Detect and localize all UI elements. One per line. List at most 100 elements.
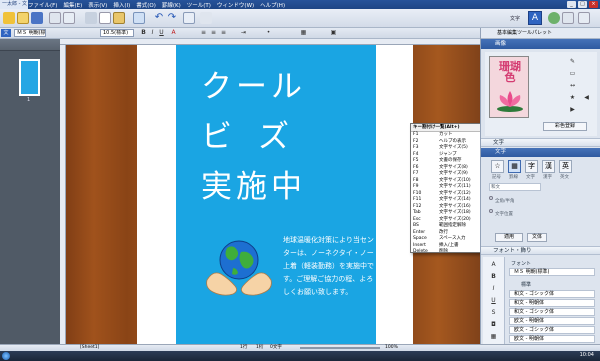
font-section-header[interactable]: フォント・飾り xyxy=(481,246,600,255)
english-tool-icon[interactable]: 英 xyxy=(559,160,572,173)
font-tool-icon-7[interactable]: ▦ xyxy=(490,333,497,340)
crop-icon[interactable]: ▭ xyxy=(569,70,576,77)
table-icon[interactable]: ▦ xyxy=(300,29,307,36)
font-select[interactable]: ＭＳ 明朝(標準) xyxy=(14,29,46,37)
page-thumbnail-number: 1 xyxy=(27,97,31,103)
popup-list-item[interactable]: Delete 削除 xyxy=(411,249,489,253)
menu-edit[interactable]: 編集(E) xyxy=(63,1,82,9)
flip-icon[interactable]: ↔ xyxy=(569,82,576,89)
char-tool-icon[interactable]: 字 xyxy=(525,160,538,173)
color-register-button[interactable]: 彩色登録 xyxy=(543,122,587,131)
headline-line-3: 実施中 xyxy=(201,169,306,205)
close-button[interactable]: × xyxy=(589,1,598,8)
popup-key: Delete xyxy=(413,249,428,253)
print-icon[interactable] xyxy=(49,12,61,24)
earth-hands-icon xyxy=(206,240,272,296)
font-row-4[interactable]: 欧文 - 明朝体 xyxy=(509,317,595,325)
redo-icon[interactable]: ↷ xyxy=(166,12,178,24)
radio-option-3[interactable] xyxy=(489,209,493,213)
new-document-icon[interactable] xyxy=(3,12,15,24)
standard-label: 標準 xyxy=(521,282,532,288)
zoom-icon[interactable] xyxy=(200,12,212,24)
settings-icon[interactable] xyxy=(562,12,574,24)
minimize-button[interactable]: _ xyxy=(567,1,576,8)
open-folder-icon[interactable] xyxy=(17,12,29,24)
start-button-icon[interactable] xyxy=(2,352,10,360)
symbol-tool-icon[interactable]: ☆ xyxy=(491,160,504,173)
char-tab[interactable]: 文字 xyxy=(481,148,600,157)
menu-help[interactable]: ヘルプ(H) xyxy=(260,1,285,9)
format-toolbar: 文 ＭＳ 明朝(標準) 10.5(標準) B I U A ≡ ≡ ≡ ⇥ • ▦… xyxy=(0,28,480,39)
poster[interactable]: クール ビズ 実施中 地球温暖化対策により当センターは、ノーネクタイ・ノー上着（… xyxy=(176,45,376,344)
font-tool-icon-3[interactable]: I xyxy=(490,285,497,292)
font-tool-icon-1[interactable]: A xyxy=(490,261,497,268)
paste-icon[interactable] xyxy=(113,12,125,24)
kanji-tool-icon[interactable]: 漢 xyxy=(542,160,555,173)
menu-bar: ファイル(F) 編集(E) 表示(V) 挿入(I) 書式(O) 罫線(K) ツー… xyxy=(28,0,285,9)
char-option-3: 文字位置 xyxy=(495,212,513,217)
font-row-2[interactable]: 和文 - 明朝体 xyxy=(509,299,595,307)
font-name-field[interactable]: ＭＳ 明朝(標準) xyxy=(509,268,595,276)
ruled-line-tool-icon[interactable]: ▦ xyxy=(508,160,521,173)
menu-file[interactable]: ファイル(F) xyxy=(28,1,57,9)
thumbnail-panel-header xyxy=(0,39,60,51)
image-section-header[interactable]: 画像 xyxy=(481,39,600,49)
radio-option-2[interactable] xyxy=(489,196,493,200)
popup-desc: 削除 xyxy=(439,249,448,253)
zoom-slider[interactable] xyxy=(300,347,380,349)
menu-insert[interactable]: 挿入(I) xyxy=(113,1,130,9)
vertical-ruler[interactable] xyxy=(60,45,66,344)
arrow-right-icon[interactable]: ▶ xyxy=(569,106,576,113)
font-tool-icon-4[interactable]: U xyxy=(490,297,497,304)
align-right-icon[interactable]: ≡ xyxy=(220,29,227,36)
symbol-tool-label: 記号 xyxy=(492,175,501,180)
underline-icon[interactable]: U xyxy=(158,29,165,36)
font-tool-icon-2[interactable]: B xyxy=(490,273,497,280)
format-copy-icon[interactable] xyxy=(133,12,145,24)
font-row-6[interactable]: 欧文 - 明朝体 xyxy=(509,335,595,343)
align-left-icon[interactable]: ≡ xyxy=(200,29,207,36)
font-color-icon[interactable]: A xyxy=(170,29,177,36)
font-row-3[interactable]: 和文 - ゴシック体 xyxy=(509,308,595,316)
panel-toggle-icon[interactable] xyxy=(578,12,590,24)
menu-tools[interactable]: ツール(T) xyxy=(187,1,211,9)
rotate-icon[interactable]: ✎ xyxy=(569,58,576,65)
star-icon[interactable]: ★ xyxy=(569,94,576,101)
window-controls: _ □ × xyxy=(567,0,598,9)
bold-icon[interactable]: B xyxy=(140,29,147,36)
char-option-2: 全角/半角 xyxy=(495,199,515,204)
key-assignment-popup[interactable]: キー割付け一覧(Alt+) F1 カット F2 ヘルプの表示 F3 文字サイズ(5) F4 ジ… xyxy=(410,123,490,253)
copy-icon[interactable] xyxy=(99,12,111,24)
color-icon[interactable] xyxy=(548,12,560,24)
char-section-header[interactable]: 文字 xyxy=(481,138,600,147)
maximize-button[interactable]: □ xyxy=(578,1,587,8)
menu-view[interactable]: 表示(V) xyxy=(88,1,107,9)
align-center-icon[interactable]: ≡ xyxy=(210,29,217,36)
style-selector[interactable]: 文 xyxy=(1,29,11,37)
search-icon[interactable] xyxy=(183,12,195,24)
cut-icon[interactable] xyxy=(85,12,97,24)
save-icon[interactable] xyxy=(31,12,43,24)
arrow-left-icon[interactable]: ◀ xyxy=(583,94,590,101)
font-tool-icon-5[interactable]: S xyxy=(490,309,497,316)
menu-window[interactable]: ウィンドウ(W) xyxy=(217,1,254,9)
headline-line-2: ビズ xyxy=(201,119,315,155)
font-row-5[interactable]: 欧文 - ゴシック体 xyxy=(509,326,595,334)
bullet-icon[interactable]: • xyxy=(265,29,272,36)
preview-icon[interactable] xyxy=(63,12,75,24)
page-thumbnail[interactable] xyxy=(19,59,40,96)
list-button[interactable]: 文体 xyxy=(527,233,547,242)
menu-format[interactable]: 書式(O) xyxy=(136,1,156,9)
font-row-1[interactable]: 和文 - ゴシック体 xyxy=(509,290,595,298)
font-tool-icon-6[interactable]: ◘ xyxy=(490,321,497,328)
menu-ruled-line[interactable]: 罫線(K) xyxy=(162,1,181,9)
taskbar-clock: 10:04 xyxy=(579,352,594,358)
image-icon[interactable]: ▣ xyxy=(330,29,337,36)
undo-icon[interactable]: ↶ xyxy=(153,12,165,24)
apply-button[interactable]: 適用 xyxy=(495,233,523,242)
text-style-button[interactable]: A xyxy=(528,11,542,25)
font-size-select[interactable]: 10.5(標準) xyxy=(100,29,134,37)
italic-icon[interactable]: I xyxy=(149,29,156,36)
font-tool-strip: A B I U S ◘ ▦ xyxy=(483,257,505,349)
indent-icon[interactable]: ⇥ xyxy=(240,29,247,36)
